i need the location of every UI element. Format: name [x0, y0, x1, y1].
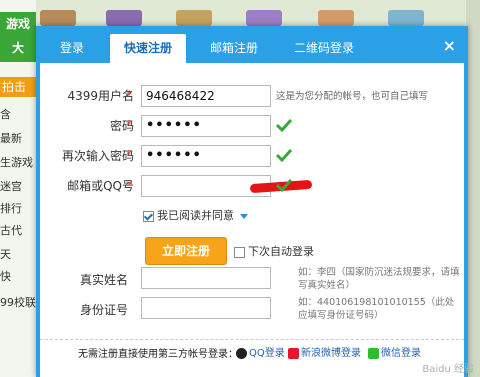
password-confirm-row: 再次输入密码 * •••••• [40, 145, 464, 167]
auto-login-label: 下次自动登录 [248, 245, 314, 258]
email-qq-input[interactable] [141, 175, 313, 197]
wechat-login-link[interactable]: 微信登录 [368, 344, 421, 359]
qq-icon [236, 347, 247, 359]
third-party-prompt: 无需注册直接使用第三方帐号登录： [78, 349, 238, 360]
id-number-hint: 如：440106198101010155（此处应填写身份证号码） [298, 297, 455, 321]
password-confirm-label: 再次输入密码 [61, 149, 134, 163]
background-link: 99校联 [0, 296, 36, 309]
email-qq-row: 邮箱或QQ号 * [40, 175, 464, 197]
background-game-thumbnails [36, 0, 476, 26]
game-thumbnail [40, 10, 76, 26]
username-input[interactable]: 946468422 [141, 85, 271, 107]
qq-login-label: QQ登录 [249, 348, 285, 359]
auto-login-checkbox[interactable] [234, 246, 245, 258]
real-name-hint: 如：李四（国家防沉迷法规要求，请填写真实姓名） [298, 267, 460, 291]
background-link: 迷宫 [0, 180, 22, 193]
required-star: * [126, 118, 132, 132]
email-qq-label: 邮箱或QQ号 [67, 179, 134, 193]
tab-quick-register[interactable]: 快速注册 [110, 34, 186, 63]
required-star: * [126, 148, 132, 162]
background-link: 最新 [0, 132, 22, 145]
valid-check-icon [276, 118, 292, 132]
auto-login-row: 下次自动登录 [234, 243, 314, 259]
game-thumbnail [388, 10, 424, 26]
background-link: 排行 [0, 202, 22, 215]
required-star: * [126, 178, 132, 192]
background-right-column [466, 0, 480, 377]
logo-text-line: 大 [11, 41, 24, 55]
agree-checkbox[interactable] [143, 210, 154, 222]
background-link: 快 [0, 270, 11, 283]
agree-label: 我已阅读并同意 [157, 209, 234, 222]
valid-check-icon [276, 178, 292, 192]
close-icon[interactable]: × [443, 36, 456, 55]
register-button[interactable]: 立即注册 [145, 237, 227, 265]
qq-login-link[interactable]: QQ登录 [236, 344, 285, 359]
background-link: 天 [0, 248, 11, 261]
weibo-icon [288, 347, 299, 359]
password-input[interactable]: •••••• [141, 115, 271, 137]
tab-email-register[interactable]: 邮箱注册 [202, 34, 266, 63]
background-link: 含 [0, 108, 11, 121]
background-link: 生游戏 [0, 156, 33, 169]
game-thumbnail [106, 10, 142, 26]
weibo-login-link[interactable]: 新浪微博登录 [288, 344, 361, 359]
tab-login[interactable]: 登录 [50, 34, 94, 63]
weibo-login-label: 新浪微博登录 [301, 348, 361, 359]
agreement-row: 我已阅读并同意 [143, 207, 248, 223]
real-name-label: 真实姓名 [80, 273, 129, 287]
footer-divider [40, 339, 464, 340]
dialog-tab-bar: 登录 快速注册 邮箱注册 二维码登录 × [36, 26, 468, 63]
tab-qrcode-login[interactable]: 二维码登录 [284, 34, 364, 63]
wechat-login-label: 微信登录 [381, 348, 421, 359]
valid-check-icon [276, 148, 292, 162]
required-star: * [126, 88, 132, 102]
password-row: 密码 * •••••• [40, 115, 464, 137]
username-row: 4399用户名 * 946468422 这是为您分配的帐号，也可自己填写 [40, 85, 464, 107]
game-thumbnail [176, 10, 212, 26]
register-form: 4399用户名 * 946468422 这是为您分配的帐号，也可自己填写 密码 … [40, 63, 464, 377]
background-left-column: 游戏 大 拍击 含 最新 生游戏 迷宫 排行 古代 天 快 99校联 [0, 0, 36, 377]
logo-text-line: 游戏 [5, 17, 30, 31]
game-thumbnail [246, 10, 282, 26]
wechat-icon [368, 347, 379, 359]
section-header: 拍击 [0, 77, 36, 97]
id-number-input[interactable] [141, 297, 271, 319]
password-confirm-input[interactable]: •••••• [141, 145, 271, 167]
username-label: 4399用户名 [67, 89, 134, 103]
site-logo: 游戏 大 [0, 12, 36, 62]
background-link: 古代 [0, 224, 22, 237]
username-hint: 这是为您分配的帐号，也可自己填写 [276, 91, 429, 102]
game-thumbnail [318, 10, 354, 26]
register-dialog: 登录 快速注册 邮箱注册 二维码登录 × 4399用户名 * 946468422… [36, 26, 468, 377]
real-name-input[interactable] [141, 267, 271, 289]
watermark: Baidu 经验 [422, 364, 474, 375]
id-number-label: 身份证号 [80, 303, 129, 317]
chevron-down-icon[interactable] [240, 213, 248, 219]
